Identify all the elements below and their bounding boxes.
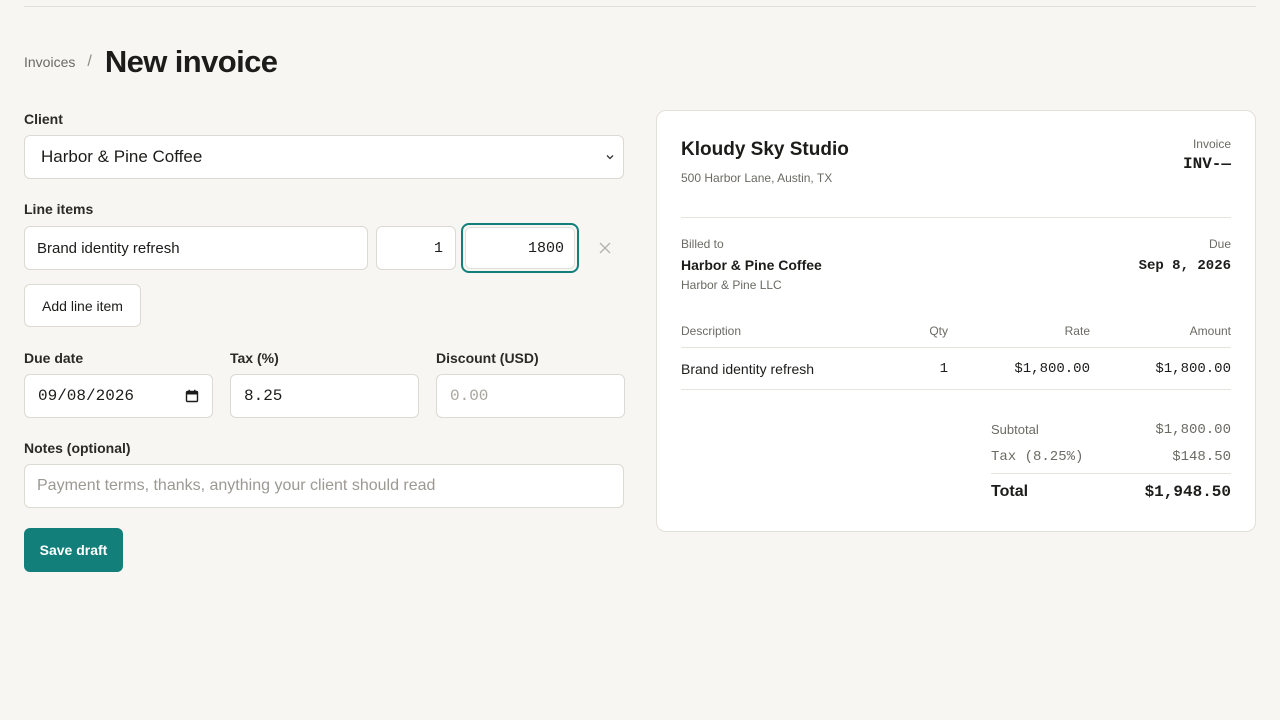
row-description: Brand identity refresh [681,347,888,390]
row-qty: 1 [888,347,948,390]
due-date-group: Due date 09/08/2026 [24,350,213,418]
subtotal-row: Subtotal $1,800.00 [991,416,1231,443]
due-date-value: 09/08/2026 [38,387,135,405]
page-header: Invoices / New invoice [24,44,278,80]
preview-divider [681,217,1231,218]
line-item-rate-focus-ring: 1800 [461,223,579,273]
subtotal-value: $1,800.00 [1155,421,1231,438]
row-rate: $1,800.00 [948,347,1090,390]
line-items-label: Line items [24,201,94,217]
col-qty: Qty [888,324,948,348]
total-row: Total $1,948.50 [991,483,1231,501]
tax-input[interactable]: 8.25 [230,374,419,418]
table-row: Brand identity refresh 1 $1,800.00 $1,80… [681,347,1231,390]
line-item-row: Brand identity refresh 1 1800 [24,223,624,273]
row-amount: $1,800.00 [1090,347,1231,390]
due-date-input[interactable]: 09/08/2026 [24,374,213,418]
add-line-item-button[interactable]: Add line item [24,284,141,327]
studio-name: Kloudy Sky Studio [681,139,849,160]
page-title: New invoice [104,44,278,79]
discount-group: Discount (USD) 0.00 [436,350,625,418]
invoice-number-block: Invoice INV-— [1183,137,1231,185]
line-item-qty-input[interactable]: 1 [376,226,456,270]
billed-to-label: Billed to [681,237,724,251]
client-label: Client [24,111,63,127]
billed-to-name: Harbor & Pine Coffee [681,257,822,273]
billing-block: Billed to Harbor & Pine Coffee Harbor & … [681,237,1231,292]
tax-label: Tax (%) [230,350,279,366]
invoice-settings-row: Due date 09/08/2026 Tax (%) 8.25 Discoun… [24,350,625,418]
remove-line-item-button[interactable] [593,236,617,260]
breadcrumb-invoices-link[interactable]: Invoices [24,54,75,70]
due-value: Sep 8, 2026 [1138,258,1231,274]
close-icon [599,242,611,254]
totals-divider [991,473,1231,474]
studio-address: 500 Harbor Lane, Austin, TX [681,171,833,185]
discount-input[interactable]: 0.00 [436,374,625,418]
line-item-rate-input[interactable]: 1800 [465,227,575,269]
subtotal-label: Subtotal [991,422,1039,437]
invoice-form: Client Harbor & Pine Coffee Line items B… [24,111,625,572]
col-rate: Rate [948,324,1090,348]
breadcrumb-separator: / [87,53,92,70]
preview-header: Kloudy Sky Studio 500 Harbor Lane, Austi… [681,137,1231,185]
chevron-down-icon [606,155,614,160]
line-items-table: Description Qty Rate Amount Brand identi… [681,324,1231,390]
client-select[interactable]: Harbor & Pine Coffee [24,135,624,179]
col-amount: Amount [1090,324,1231,348]
totals-block: Subtotal $1,800.00 Tax (8.25%) $148.50 T… [991,416,1231,501]
tax-row: Tax (8.25%) $148.50 [991,443,1231,470]
due-label: Due [1208,237,1231,251]
invoice-label: Invoice [1192,137,1231,151]
billed-to-company: Harbor & Pine LLC [681,278,782,292]
col-description: Description [681,324,888,348]
tax-row-label: Tax (8.25%) [991,448,1084,465]
invoice-preview: Kloudy Sky Studio 500 Harbor Lane, Austi… [656,110,1256,532]
line-item-description-input[interactable]: Brand identity refresh [24,226,368,270]
notes-label: Notes (optional) [24,440,131,456]
table-header-row: Description Qty Rate Amount [681,324,1231,348]
top-divider [24,6,1256,7]
save-draft-button[interactable]: Save draft [24,528,123,572]
invoice-number: INV-— [1182,155,1231,173]
total-value: $1,948.50 [1144,483,1231,501]
tax-row-value: $148.50 [1172,448,1231,465]
discount-label: Discount (USD) [436,350,539,366]
calendar-icon[interactable] [185,389,199,403]
due-date-label: Due date [24,350,84,366]
client-select-value: Harbor & Pine Coffee [41,147,203,166]
total-label: Total [991,483,1029,500]
notes-input[interactable]: Payment terms, thanks, anything your cli… [24,464,624,508]
tax-group: Tax (%) 8.25 [230,350,419,418]
